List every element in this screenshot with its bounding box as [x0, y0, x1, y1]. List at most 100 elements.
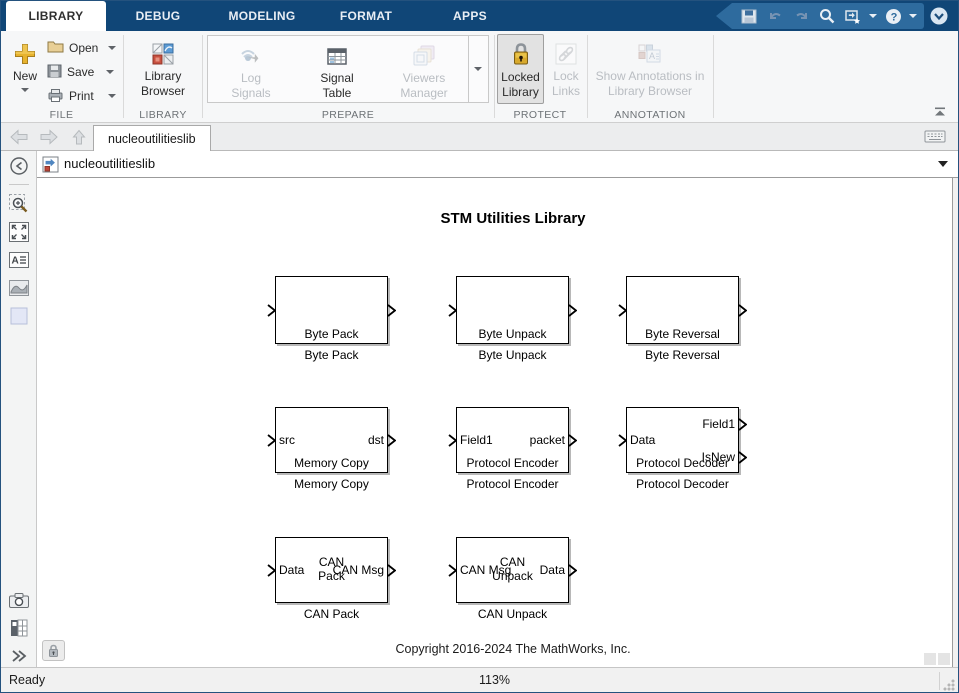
block-name-label: Protocol Decoder — [603, 477, 763, 491]
show-annotations-icon: A — [637, 39, 663, 69]
block-inner-label: Byte Unpack — [457, 327, 568, 341]
ribbon-tab-modeling[interactable]: MODELING — [210, 1, 314, 31]
back-button[interactable] — [9, 128, 29, 146]
lock-links-label: Lock Links — [548, 69, 584, 99]
block-inner-label: Protocol Encoder — [457, 456, 568, 470]
quick-access-caret[interactable] — [868, 5, 878, 27]
viewer-tool-button[interactable] — [8, 277, 30, 299]
lock-links-button[interactable]: Lock Links — [548, 34, 584, 99]
forward-button[interactable] — [39, 128, 59, 146]
block-byte-unpack[interactable]: Byte Unpack — [456, 276, 569, 344]
locked-library-button[interactable]: Locked Library — [497, 34, 544, 104]
fit-to-view-button[interactable] — [8, 221, 30, 243]
input-port-icon — [618, 434, 627, 447]
locked-library-label: Locked Library — [498, 70, 544, 100]
document-tab[interactable]: nucleoutilitieslib — [93, 125, 211, 151]
section-divider — [494, 35, 495, 118]
annotation-tool-button[interactable]: A — [8, 249, 30, 271]
output-port-icon — [387, 434, 396, 447]
output-port-label: Data — [540, 563, 565, 577]
ribbon-tab-format[interactable]: FORMAT — [314, 1, 418, 31]
open-label: Open — [69, 41, 103, 55]
status-bar: Ready 113% — [1, 667, 958, 693]
library-browser-icon — [150, 39, 176, 69]
file-section: New Open Save Print — [1, 31, 122, 123]
signal-table-label: Signal Table — [312, 71, 362, 101]
block-inner-label: Memory Copy — [276, 456, 387, 470]
toolstrip-tab-band: LIBRARYDEBUGMODELINGFORMATAPPS ? — [1, 1, 958, 31]
block-inner-label: Byte Reversal — [627, 327, 738, 341]
block-can-pack[interactable]: CAN Pack Data CAN Msg — [275, 537, 388, 603]
add-to-quick-access-button[interactable] — [842, 5, 864, 27]
protect-section-label: PROTECT — [496, 109, 584, 121]
breadcrumb-bar: nucleoutilitieslib — [37, 151, 959, 178]
undo-button[interactable] — [764, 5, 786, 27]
more-tools-button[interactable] — [8, 645, 30, 667]
ribbon-tab-apps[interactable]: APPS — [418, 1, 522, 31]
area-tool-button[interactable] — [8, 305, 30, 327]
minimize-toolstrip-button[interactable] — [928, 5, 950, 27]
toolstrip: New Open Save Print — [1, 31, 958, 123]
section-divider — [713, 35, 714, 118]
annotation-section: A Show Annotations in Library Browser AN… — [589, 31, 711, 123]
save-label: Save — [67, 65, 101, 79]
breadcrumb-dropdown-icon[interactable] — [938, 161, 948, 167]
library-title: STM Utilities Library — [440, 210, 585, 227]
help-button[interactable]: ? — [882, 5, 904, 27]
output-port-icon — [568, 434, 577, 447]
hide-browser-button[interactable] — [8, 155, 30, 177]
tool-palette: A — [1, 151, 37, 667]
prepare-section-label: PREPARE — [204, 109, 492, 121]
log-signals-button[interactable]: Log Signals — [208, 36, 294, 102]
locked-library-badge[interactable] — [42, 640, 65, 661]
redo-button[interactable] — [790, 5, 812, 27]
block-name-label: Byte Reversal — [603, 348, 763, 362]
show-annotations-button[interactable]: A Show Annotations in Library Browser — [591, 34, 709, 99]
block-can-unpack[interactable]: CAN Unpack CAN Msg Data — [456, 537, 569, 603]
up-to-parent-button[interactable] — [69, 128, 89, 146]
section-divider — [587, 35, 588, 118]
block-inner-label: Byte Pack — [276, 327, 387, 341]
section-divider — [202, 35, 203, 118]
print-caret-icon — [108, 94, 116, 98]
collapse-toolstrip-button[interactable] — [932, 106, 948, 118]
library-badge-icon — [42, 156, 59, 178]
block-protocol-encoder[interactable]: Protocol Encoder Field1 packet — [456, 407, 569, 473]
library-canvas[interactable]: STM Utilities Library Byte Pack Byte Pac… — [37, 178, 953, 667]
new-label: New — [13, 69, 37, 84]
output-port-icon — [568, 564, 577, 577]
keyboard-icon[interactable] — [924, 129, 946, 149]
block-memory-copy[interactable]: Memory Copy src dst — [275, 407, 388, 473]
library-browser-button[interactable]: Library Browser — [129, 34, 197, 99]
document-tab-label: nucleoutilitieslib — [108, 132, 196, 146]
file-section-label: FILE — [1, 109, 122, 121]
print-button[interactable]: Print — [47, 85, 116, 107]
input-port-label: src — [279, 433, 295, 447]
new-button[interactable]: New — [5, 34, 45, 92]
save-button-ts[interactable]: Save — [47, 61, 116, 83]
input-port-icon — [448, 304, 457, 317]
viewers-manager-button[interactable]: Viewers Manager — [380, 36, 468, 102]
output-port-icon — [738, 451, 747, 464]
model-data-editor-button[interactable] — [8, 617, 30, 639]
library-section: Library Browser LIBRARY — [125, 31, 201, 123]
search-button[interactable] — [816, 5, 838, 27]
resize-grip[interactable] — [943, 679, 955, 691]
prepare-gallery-caret[interactable] — [468, 36, 487, 102]
breadcrumb[interactable]: nucleoutilitieslib — [64, 156, 155, 171]
zoom-region-button[interactable] — [8, 193, 30, 215]
output-port-label: dst — [368, 433, 384, 447]
block-byte-pack[interactable]: Byte Pack — [275, 276, 388, 344]
screenshot-button[interactable] — [8, 589, 30, 611]
ribbon-tab-library[interactable]: LIBRARY — [6, 1, 106, 31]
input-port-icon — [267, 304, 276, 317]
block-byte-reversal[interactable]: Byte Reversal — [626, 276, 739, 344]
help-caret[interactable] — [908, 5, 918, 27]
signal-table-button[interactable]: Signal Table — [294, 36, 380, 102]
lock-links-icon — [554, 39, 578, 69]
save-button[interactable] — [738, 5, 760, 27]
ribbon-tab-debug[interactable]: DEBUG — [106, 1, 210, 31]
open-button[interactable]: Open — [47, 37, 116, 59]
block-protocol-decoder[interactable]: Protocol Decoder Data Field1 IsNew — [626, 407, 739, 473]
block-name-label: Memory Copy — [252, 477, 412, 491]
